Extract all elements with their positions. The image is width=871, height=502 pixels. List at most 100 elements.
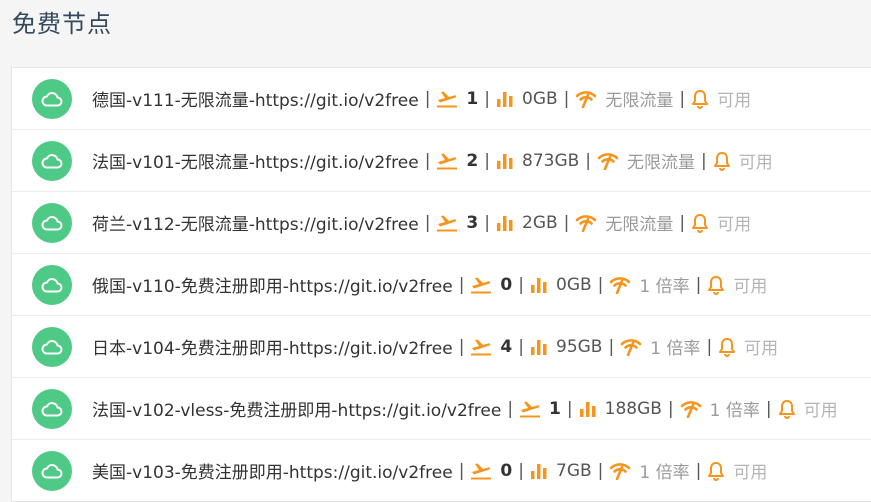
separator: |	[424, 212, 431, 233]
status-label: 可用	[733, 277, 768, 297]
separator: |	[563, 212, 570, 233]
cloud-icon	[32, 79, 72, 119]
separator: |	[765, 398, 772, 419]
node-row-7[interactable]: 美国-v103-免费注册即用-https://git.io/v2free | 0…	[12, 440, 871, 501]
airplane-takeoff-icon	[470, 338, 492, 356]
status-label: 可用	[738, 153, 773, 173]
traffic-used: 0GB	[522, 88, 558, 109]
bar-chart-icon	[496, 215, 514, 231]
rate-label: 无限流量	[605, 91, 674, 111]
separator: |	[424, 150, 431, 171]
cloud-icon	[32, 389, 72, 429]
separator: |	[484, 212, 490, 233]
separator: |	[458, 336, 465, 357]
signal-icon	[597, 152, 619, 170]
airplane-takeoff-icon	[470, 462, 492, 480]
separator: |	[518, 274, 524, 295]
online-count: 4	[500, 336, 513, 357]
separator: |	[424, 88, 431, 109]
node-name[interactable]: 美国-v103-免费注册即用-https://git.io/v2free	[92, 458, 453, 483]
node-row-3[interactable]: 荷兰-v112-无限流量-https://git.io/v2free | 3 |…	[12, 192, 871, 254]
online-count: 1	[549, 398, 561, 419]
separator: |	[706, 336, 713, 357]
rate-label: 1 倍率	[709, 401, 760, 421]
cloud-icon	[32, 141, 72, 181]
rate-label: 1 倍率	[639, 463, 690, 483]
page-title: 免费节点	[12, 10, 112, 38]
airplane-takeoff-icon	[470, 276, 492, 294]
signal-icon	[575, 214, 597, 232]
separator: |	[701, 150, 707, 171]
node-name[interactable]: 法国-v101-无限流量-https://git.io/v2free	[92, 148, 419, 173]
signal-icon	[680, 400, 702, 418]
separator: |	[484, 150, 490, 171]
airplane-takeoff-icon	[519, 400, 541, 418]
separator: |	[458, 460, 465, 481]
node-list: 德国-v111-无限流量-https://git.io/v2free | 1 |…	[11, 67, 871, 502]
signal-icon	[575, 90, 597, 108]
separator: |	[695, 460, 702, 481]
separator: |	[585, 150, 592, 171]
separator: |	[597, 460, 604, 481]
separator: |	[695, 274, 702, 295]
separator: |	[597, 274, 604, 295]
cloud-icon	[32, 265, 72, 305]
traffic-used: 0GB	[556, 274, 592, 295]
separator: |	[563, 88, 570, 109]
node-name[interactable]: 俄国-v110-免费注册即用-https://git.io/v2free	[92, 272, 453, 297]
online-count: 1	[466, 88, 479, 109]
separator: |	[566, 398, 573, 419]
traffic-used: 188GB	[604, 398, 662, 419]
bar-chart-icon	[530, 277, 548, 293]
online-count: 0	[500, 460, 513, 481]
cloud-icon	[32, 203, 72, 243]
node-row-5[interactable]: 日本-v104-免费注册即用-https://git.io/v2free | 4…	[12, 316, 871, 378]
node-name[interactable]: 德国-v111-无限流量-https://git.io/v2free	[92, 86, 419, 111]
bell-icon	[707, 275, 725, 295]
rate-label: 1 倍率	[650, 339, 701, 359]
traffic-used: 95GB	[556, 336, 603, 357]
rate-label: 无限流量	[627, 153, 696, 173]
online-count: 3	[466, 212, 479, 233]
node-name[interactable]: 日本-v104-免费注册即用-https://git.io/v2free	[92, 334, 453, 359]
node-row-1[interactable]: 德国-v111-无限流量-https://git.io/v2free | 1 |…	[12, 68, 871, 130]
bell-icon	[691, 213, 709, 233]
node-name[interactable]: 法国-v102-vless-免费注册即用-https://git.io/v2fr…	[92, 396, 501, 421]
status-label: 可用	[717, 91, 752, 111]
separator: |	[458, 274, 465, 295]
traffic-used: 7GB	[556, 460, 592, 481]
status-label: 可用	[717, 215, 752, 235]
status-label: 可用	[744, 339, 779, 359]
node-row-6[interactable]: 法国-v102-vless-免费注册即用-https://git.io/v2fr…	[12, 378, 871, 440]
separator: |	[679, 88, 686, 109]
separator: |	[608, 336, 615, 357]
bell-icon	[778, 399, 796, 419]
airplane-takeoff-icon	[436, 90, 458, 108]
rate-label: 1 倍率	[639, 277, 690, 297]
signal-icon	[609, 462, 631, 480]
signal-icon	[609, 276, 631, 294]
status-label: 可用	[803, 401, 838, 421]
bell-icon	[691, 89, 709, 109]
bell-icon	[718, 337, 736, 357]
separator: |	[679, 212, 686, 233]
airplane-takeoff-icon	[436, 214, 458, 232]
separator: |	[518, 336, 524, 357]
status-label: 可用	[733, 463, 768, 483]
bell-icon	[707, 461, 725, 481]
traffic-used: 2GB	[522, 212, 558, 233]
separator: |	[518, 460, 524, 481]
separator: |	[507, 398, 514, 419]
rate-label: 无限流量	[605, 215, 674, 235]
cloud-icon	[32, 327, 72, 367]
node-row-2[interactable]: 法国-v101-无限流量-https://git.io/v2free | 2 |…	[12, 130, 871, 192]
node-row-4[interactable]: 俄国-v110-免费注册即用-https://git.io/v2free | 0…	[12, 254, 871, 316]
traffic-used: 873GB	[522, 150, 580, 171]
signal-icon	[620, 338, 642, 356]
separator: |	[484, 88, 490, 109]
separator: |	[667, 398, 674, 419]
bar-chart-icon	[530, 339, 548, 355]
node-name[interactable]: 荷兰-v112-无限流量-https://git.io/v2free	[92, 210, 419, 235]
online-count: 0	[500, 274, 513, 295]
bar-chart-icon	[579, 401, 597, 417]
